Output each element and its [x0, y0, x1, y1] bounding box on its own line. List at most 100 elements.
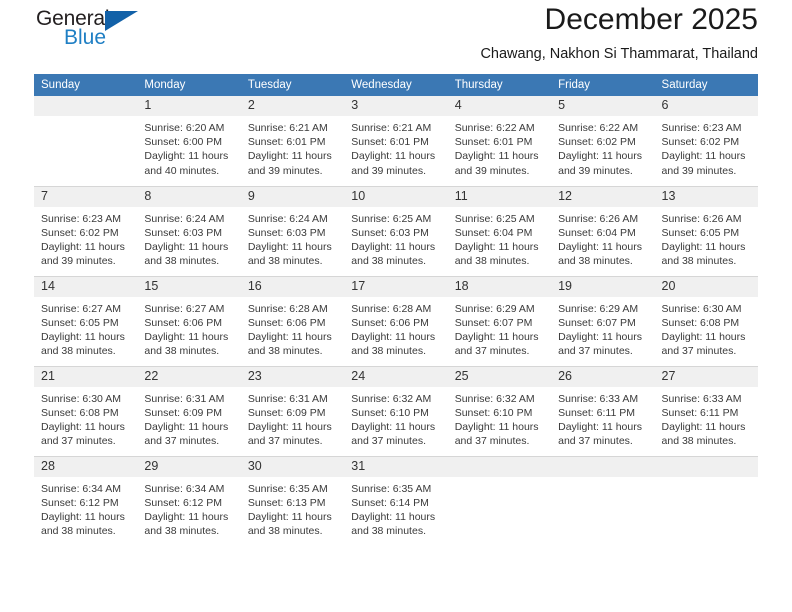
sunset-text: Sunset: 6:10 PM: [351, 406, 429, 419]
sunrise-text: Sunrise: 6:33 AM: [558, 392, 639, 405]
day-details: Sunrise: 6:32 AM Sunset: 6:10 PM Daylight:…: [344, 387, 447, 449]
day-number: 25: [447, 366, 552, 387]
day-number: 30: [240, 456, 345, 477]
calendar-day-cell[interactable]: 23 Sunrise: 6:31 AM Sunset: 6:09 PM Dayligh…: [240, 365, 345, 456]
daylight-text: Daylight: 11 hours and 38 minutes.: [247, 330, 332, 358]
calendar-page: General Blue December 2025 Chawang, Nakh…: [0, 0, 792, 612]
sunrise-text: Sunrise: 6:35 AM: [351, 482, 432, 495]
calendar-day-cell[interactable]: 4 Sunrise: 6:22 AM Sunset: 6:01 PM Daylight…: [447, 96, 552, 186]
calendar-table: Sunday Monday Tuesday Wednesday Thursday…: [34, 74, 758, 546]
calendar-day-cell[interactable]: 6 Sunrise: 6:23 AM Sunset: 6:02 PM Daylight…: [654, 96, 758, 186]
calendar-day-cell[interactable]: 12 Sunrise: 6:26 AM Sunset: 6:04 PM Dayligh…: [551, 185, 655, 276]
calendar-day-cell[interactable]: 30 Sunrise: 6:35 AM Sunset: 6:13 PM Dayligh…: [240, 455, 345, 546]
day-details: Sunrise: 6:23 AM Sunset: 6:02 PM Daylight:…: [655, 116, 758, 178]
calendar-week-row: 14 Sunrise: 6:27 AM Sunset: 6:05 PM Dayligh…: [34, 275, 758, 366]
sunset-text: Sunset: 6:13 PM: [247, 496, 326, 509]
calendar-day-cell[interactable]: 17 Sunrise: 6:28 AM Sunset: 6:06 PM Dayligh…: [344, 275, 448, 366]
day-details: Sunrise: 6:35 AM Sunset: 6:13 PM Daylight:…: [241, 477, 344, 539]
calendar-day-cell[interactable]: 19 Sunrise: 6:29 AM Sunset: 6:07 PM Dayligh…: [551, 275, 655, 366]
day-details: Sunrise: 6:27 AM Sunset: 6:05 PM Daylight:…: [34, 297, 137, 359]
calendar-day-cell[interactable]: 28 Sunrise: 6:34 AM Sunset: 6:12 PM Dayligh…: [34, 455, 138, 546]
calendar-day-cell[interactable]: 25 Sunrise: 6:32 AM Sunset: 6:10 PM Dayligh…: [447, 365, 552, 456]
day-number: 24: [344, 366, 448, 387]
calendar-day-cell[interactable]: 27 Sunrise: 6:33 AM Sunset: 6:11 PM Dayligh…: [654, 365, 758, 456]
sunset-text: Sunset: 6:08 PM: [661, 316, 740, 329]
calendar-day-cell[interactable]: 14 Sunrise: 6:27 AM Sunset: 6:05 PM Dayligh…: [34, 275, 138, 366]
day-number: 22: [137, 366, 241, 387]
daylight-text: Daylight: 11 hours and 37 minutes.: [558, 330, 642, 358]
day-number: 20: [654, 276, 758, 297]
daylight-text: Daylight: 11 hours and 37 minutes.: [454, 420, 539, 448]
calendar-day-cell[interactable]: 26 Sunrise: 6:33 AM Sunset: 6:11 PM Dayligh…: [551, 365, 655, 456]
daylight-text: Daylight: 11 hours and 38 minutes.: [661, 240, 746, 268]
calendar-day-cell[interactable]: 31 Sunrise: 6:35 AM Sunset: 6:14 PM Dayligh…: [344, 455, 448, 546]
day-number: 11: [447, 186, 552, 207]
sunrise-text: Sunrise: 6:31 AM: [144, 392, 225, 405]
day-number: 9: [240, 186, 345, 207]
calendar-week-row: 21 Sunrise: 6:30 AM Sunset: 6:08 PM Dayligh…: [34, 365, 758, 456]
daylight-text: Daylight: 11 hours and 38 minutes.: [558, 240, 642, 268]
day-number: 15: [137, 276, 241, 297]
day-number: 28: [34, 456, 138, 477]
calendar-day-cell[interactable]: 22 Sunrise: 6:31 AM Sunset: 6:09 PM Dayligh…: [137, 365, 241, 456]
calendar-day-cell[interactable]: 5 Sunrise: 6:22 AM Sunset: 6:02 PM Daylight…: [551, 96, 655, 186]
sunset-text: Sunset: 6:06 PM: [351, 316, 429, 329]
day-details: Sunrise: 6:35 AM Sunset: 6:14 PM Daylight:…: [344, 477, 447, 539]
sunrise-text: Sunrise: 6:35 AM: [247, 482, 328, 495]
sunset-text: Sunset: 6:08 PM: [41, 406, 119, 419]
calendar-day-cell[interactable]: 2 Sunrise: 6:21 AM Sunset: 6:01 PM Daylight…: [240, 96, 345, 186]
daylight-text: Daylight: 11 hours and 38 minutes.: [41, 330, 125, 358]
daylight-text: Daylight: 11 hours and 38 minutes.: [144, 510, 229, 538]
day-number: 23: [240, 366, 345, 387]
day-number: [34, 96, 138, 116]
calendar-day-cell[interactable]: 24 Sunrise: 6:32 AM Sunset: 6:10 PM Dayligh…: [344, 365, 448, 456]
sunset-text: Sunset: 6:09 PM: [247, 406, 326, 419]
day-number: 10: [344, 186, 448, 207]
calendar-day-cell[interactable]: 8 Sunrise: 6:24 AM Sunset: 6:03 PM Daylight…: [137, 185, 241, 276]
sunset-text: Sunset: 6:05 PM: [41, 316, 119, 329]
calendar-day-cell[interactable]: 21 Sunrise: 6:30 AM Sunset: 6:08 PM Dayligh…: [34, 365, 138, 456]
weekday-header-saturday: Saturday: [654, 74, 758, 96]
daylight-text: Daylight: 11 hours and 37 minutes.: [454, 330, 539, 358]
calendar-day-cell[interactable]: 20 Sunrise: 6:30 AM Sunset: 6:08 PM Dayligh…: [654, 275, 758, 366]
day-number: 1: [137, 96, 241, 116]
day-number: 27: [654, 366, 758, 387]
day-details: Sunrise: 6:28 AM Sunset: 6:06 PM Daylight:…: [344, 297, 447, 359]
calendar-day-cell[interactable]: 13 Sunrise: 6:26 AM Sunset: 6:05 PM Dayligh…: [654, 185, 758, 276]
daylight-text: Daylight: 11 hours and 39 minutes.: [661, 150, 746, 177]
calendar-day-cell[interactable]: 10 Sunrise: 6:25 AM Sunset: 6:03 PM Dayligh…: [344, 185, 448, 276]
sunset-text: Sunset: 6:04 PM: [454, 226, 533, 239]
day-details: Sunrise: 6:26 AM Sunset: 6:04 PM Daylight:…: [551, 207, 654, 269]
sunrise-text: Sunrise: 6:27 AM: [41, 302, 121, 315]
calendar-day-cell[interactable]: 15 Sunrise: 6:27 AM Sunset: 6:06 PM Dayligh…: [137, 275, 241, 366]
sunrise-text: Sunrise: 6:30 AM: [41, 392, 121, 405]
calendar-day-cell[interactable]: 18 Sunrise: 6:29 AM Sunset: 6:07 PM Dayligh…: [447, 275, 552, 366]
calendar-day-cell-empty: [447, 455, 552, 546]
sunrise-text: Sunrise: 6:32 AM: [454, 392, 535, 405]
sunrise-text: Sunrise: 6:22 AM: [454, 122, 535, 134]
calendar-day-cell[interactable]: 1 Sunrise: 6:20 AM Sunset: 6:00 PM Daylight…: [137, 96, 241, 186]
sunrise-text: Sunrise: 6:33 AM: [661, 392, 742, 405]
day-details: Sunrise: 6:22 AM Sunset: 6:01 PM Daylight:…: [448, 116, 551, 178]
day-details: Sunrise: 6:31 AM Sunset: 6:09 PM Daylight:…: [241, 387, 344, 449]
calendar-day-cell[interactable]: 7 Sunrise: 6:23 AM Sunset: 6:02 PM Daylight…: [34, 185, 138, 276]
daylight-text: Daylight: 11 hours and 39 minutes.: [454, 150, 539, 177]
calendar-week-row: 1 Sunrise: 6:20 AM Sunset: 6:00 PM Daylight…: [34, 96, 758, 186]
sunrise-text: Sunrise: 6:27 AM: [144, 302, 225, 315]
sunrise-text: Sunrise: 6:24 AM: [247, 212, 328, 225]
calendar-day-cell[interactable]: 3 Sunrise: 6:21 AM Sunset: 6:01 PM Daylight…: [344, 96, 448, 186]
daylight-text: Daylight: 11 hours and 38 minutes.: [144, 330, 229, 358]
daylight-text: Daylight: 11 hours and 38 minutes.: [144, 240, 229, 268]
general-blue-logo[interactable]: General Blue: [36, 8, 166, 64]
daylight-text: Daylight: 11 hours and 37 minutes.: [351, 420, 436, 448]
calendar-day-cell[interactable]: 11 Sunrise: 6:25 AM Sunset: 6:04 PM Dayligh…: [447, 185, 552, 276]
daylight-text: Daylight: 11 hours and 37 minutes.: [558, 420, 642, 448]
calendar-day-cell[interactable]: 29 Sunrise: 6:34 AM Sunset: 6:12 PM Dayligh…: [137, 455, 241, 546]
sunset-text: Sunset: 6:07 PM: [558, 316, 636, 329]
calendar-day-cell[interactable]: 9 Sunrise: 6:24 AM Sunset: 6:03 PM Daylight…: [240, 185, 345, 276]
calendar-day-cell[interactable]: 16 Sunrise: 6:28 AM Sunset: 6:06 PM Dayligh…: [240, 275, 345, 366]
sunrise-text: Sunrise: 6:24 AM: [144, 212, 225, 225]
day-number: 16: [240, 276, 345, 297]
day-details: Sunrise: 6:26 AM Sunset: 6:05 PM Daylight:…: [655, 207, 758, 269]
calendar-header-row: Sunday Monday Tuesday Wednesday Thursday…: [34, 74, 758, 96]
